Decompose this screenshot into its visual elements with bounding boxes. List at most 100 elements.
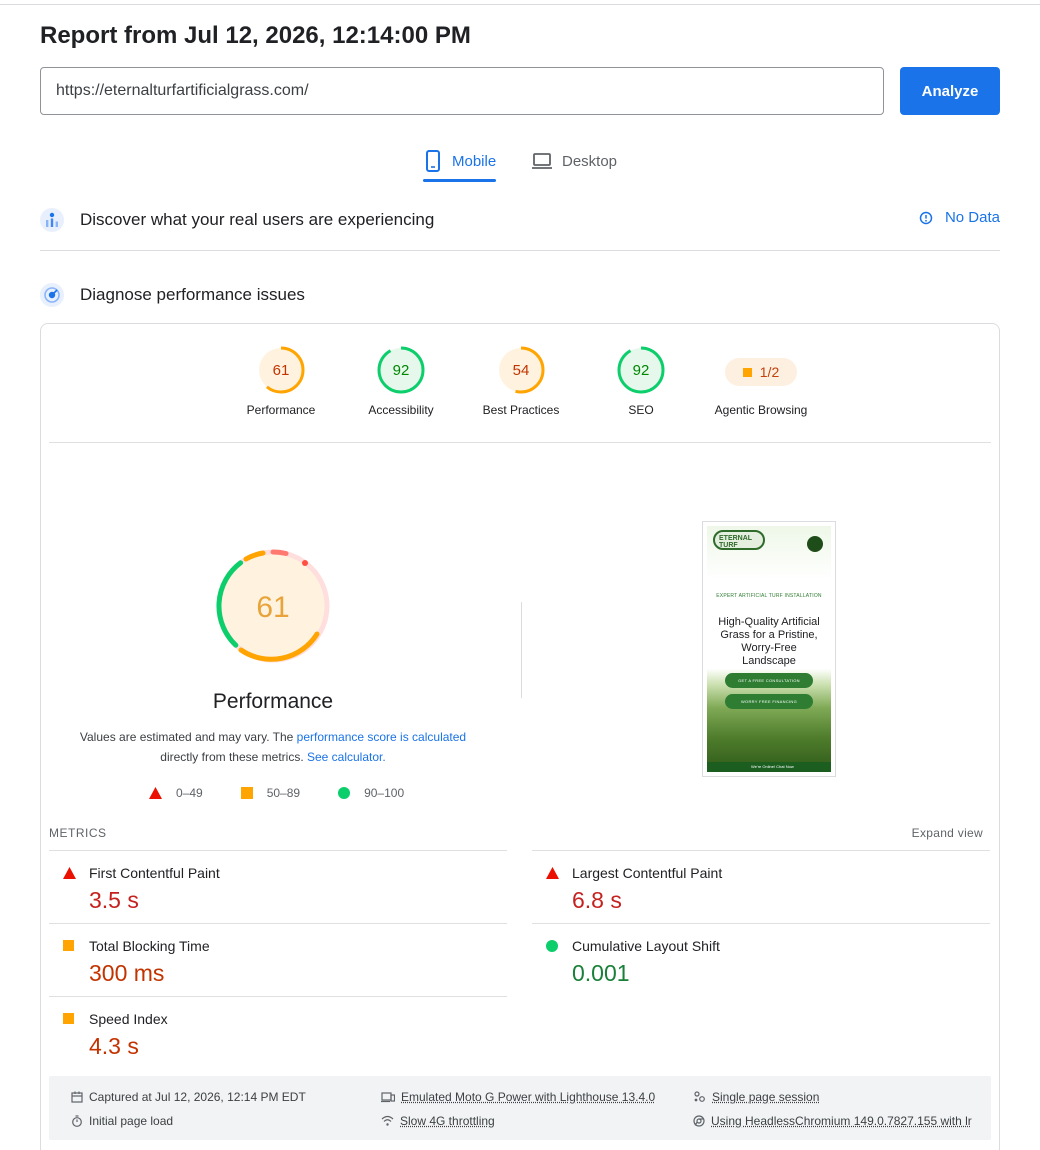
report-title: Report from Jul 12, 2026, 12:14:00 PM — [40, 22, 471, 49]
fail-triangle-icon — [149, 787, 162, 799]
metric-value: 3.5 s — [89, 887, 139, 913]
performance-description: Values are estimated and may vary. The p… — [73, 727, 473, 767]
no-data-label: No Data — [944, 209, 1000, 226]
tab-desktop-label: Desktop — [562, 152, 618, 170]
metric-speed-index: Speed Index 4.3 s — [49, 996, 507, 1069]
chrome-icon — [693, 1115, 705, 1127]
gauge-accessibility[interactable]: 92 Accessibility — [341, 346, 461, 417]
users-chart-icon — [40, 208, 64, 232]
metric-title: Largest Contentful Paint — [572, 865, 723, 881]
gauge-label: Accessibility — [368, 403, 434, 417]
metric-fcp: First Contentful Paint 3.5 s — [49, 850, 507, 923]
gauge-label: SEO — [628, 403, 654, 417]
metric-title: Total Blocking Time — [89, 938, 210, 954]
final-screenshot[interactable]: ETERNAL TURF EXPERT ARTIFICIAL TURF INST… — [702, 521, 836, 777]
site-headline: High-Quality Artificial Grass for a Pris… — [718, 616, 820, 667]
legend-label: 0–49 — [176, 786, 203, 800]
pass-circle-icon — [546, 940, 558, 952]
site-cta-financing: WORRY FREE FINANCING — [725, 694, 813, 709]
performance-score: 61 — [256, 591, 289, 624]
real-users-section: Discover what your real users are experi… — [40, 208, 1000, 232]
site-chat-bar: We're Online! Chat Now — [707, 762, 831, 772]
section-divider — [40, 250, 1000, 251]
gauge-score: 92 — [393, 362, 410, 379]
fail-triangle-icon — [546, 867, 559, 879]
agentic-badge: 1/2 — [725, 358, 797, 386]
metric-title: Speed Index — [89, 1011, 168, 1027]
devices-icon — [381, 1092, 395, 1103]
session-text: Single page session — [712, 1090, 820, 1104]
gauge-score: 54 — [513, 362, 530, 379]
browser-item[interactable]: Using HeadlessChromium 149.0.7827.155 wi… — [693, 1114, 972, 1128]
analyze-button[interactable]: Analyze — [900, 67, 1000, 115]
info-icon — [919, 211, 933, 224]
real-users-title: Discover what your real users are experi… — [80, 210, 435, 229]
legend-average: 50–89 — [240, 786, 301, 800]
emulated-device-item[interactable]: Emulated Moto G Power with Lighthouse 13… — [381, 1090, 655, 1104]
site-cta-consultation: GET A FREE CONSULTATION — [725, 673, 813, 688]
gauge-label: Performance — [246, 403, 316, 417]
throttling-item[interactable]: Slow 4G throttling — [381, 1114, 495, 1128]
gauge-label: Best Practices — [482, 403, 560, 417]
diagnose-title: Diagnose performance issues — [80, 285, 305, 304]
metric-value: 6.8 s — [572, 887, 622, 913]
average-square-icon — [63, 940, 74, 951]
session-item[interactable]: Single page session — [693, 1090, 819, 1104]
gauge-score: 92 — [633, 362, 650, 379]
score-legend: 0–49 50–89 90–100 — [149, 786, 442, 800]
no-data-link[interactable]: No Data — [919, 209, 1000, 226]
calendar-icon — [71, 1091, 83, 1103]
average-square-icon — [742, 367, 752, 377]
performance-score-ring: 61 — [216, 549, 330, 663]
gauge-agentic-browsing[interactable]: 1/2 Agentic Browsing — [701, 346, 821, 417]
score-ring-icon: 54 — [497, 346, 545, 394]
top-border — [0, 4, 1040, 5]
desc-text: Values are estimated and may vary. The — [79, 730, 297, 744]
session-icon — [694, 1091, 705, 1102]
laptop-icon — [532, 153, 552, 169]
score-ring-icon: 92 — [377, 346, 425, 394]
metric-cls: Cumulative Layout Shift 0.001 — [532, 923, 990, 996]
screenshot-content: ETERNAL TURF EXPERT ARTIFICIAL TURF INST… — [707, 526, 831, 772]
initial-load-text: Initial page load — [89, 1114, 174, 1128]
smartphone-icon — [426, 150, 440, 172]
gauge-performance[interactable]: 61 Performance — [221, 346, 341, 417]
expand-view-toggle[interactable]: Expand view — [912, 826, 983, 840]
gauge-seo[interactable]: 92 SEO — [581, 346, 701, 417]
agentic-score: 1/2 — [759, 364, 780, 380]
runtime-settings: Captured at Jul 12, 2026, 12:14 PM EDT I… — [49, 1076, 991, 1140]
captured-text: Captured at Jul 12, 2026, 12:14 PM EDT — [89, 1090, 306, 1104]
gauge-score: 61 — [273, 362, 290, 379]
metric-title: First Contentful Paint — [89, 865, 220, 881]
site-logo: ETERNAL TURF — [713, 530, 765, 550]
metric-value: 0.001 — [572, 960, 630, 986]
score-calculated-link[interactable]: performance score is calculated — [297, 730, 466, 744]
diagnose-section: Diagnose performance issues — [40, 283, 1000, 307]
see-calculator-link[interactable]: See calculator. — [307, 750, 386, 764]
captured-item: Captured at Jul 12, 2026, 12:14 PM EDT — [71, 1090, 306, 1104]
category-scores: 61 Performance 92 Accessibility 54 Best … — [49, 324, 991, 443]
average-square-icon — [240, 787, 253, 799]
legend-label: 50–89 — [266, 786, 301, 800]
tab-mobile-label: Mobile — [452, 152, 497, 170]
metric-value: 4.3 s — [89, 1033, 139, 1059]
gauge-label: Agentic Browsing — [714, 403, 808, 417]
legend-label: 90–100 — [364, 786, 405, 800]
initial-load-item: Initial page load — [71, 1114, 173, 1128]
throttling-text: Slow 4G throttling — [400, 1114, 495, 1128]
gauge-best-practices[interactable]: 54 Best Practices — [461, 346, 581, 417]
desc-text: directly from these metrics. — [160, 750, 307, 764]
vertical-divider — [521, 602, 522, 698]
tab-desktop[interactable]: Desktop — [531, 140, 617, 182]
score-ring-icon: 61 — [257, 346, 305, 394]
tab-mobile[interactable]: Mobile — [423, 140, 497, 182]
url-input[interactable] — [40, 67, 884, 115]
fail-triangle-icon — [63, 867, 76, 879]
metric-tbt: Total Blocking Time 300 ms — [49, 923, 507, 996]
site-kicker: EXPERT ARTIFICIAL TURF INSTALLATION — [716, 593, 822, 599]
metric-value: 300 ms — [89, 960, 165, 986]
legend-pass: 90–100 — [338, 786, 404, 800]
wifi-icon — [381, 1115, 394, 1126]
performance-title: Performance — [212, 690, 334, 713]
legend-fail: 0–49 — [149, 786, 203, 800]
